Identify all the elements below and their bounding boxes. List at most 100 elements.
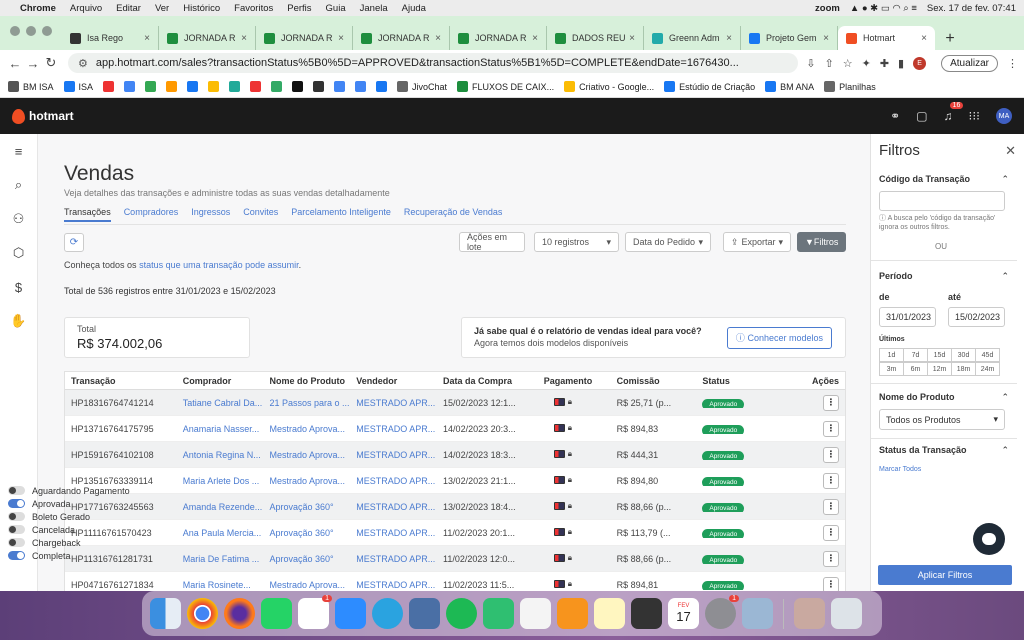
seller-name[interactable]: MESTRADO APR... xyxy=(350,450,437,460)
back-icon[interactable]: ← xyxy=(6,56,24,71)
tab-compradores[interactable]: Compradores xyxy=(124,207,179,222)
buyer-name[interactable]: Ana Paula Mercia... xyxy=(177,528,264,538)
menu-dots-icon[interactable]: ⋮ xyxy=(1007,57,1018,70)
seller-name[interactable]: MESTRADO APR... xyxy=(350,398,437,408)
period-chip[interactable]: 12m xyxy=(927,362,952,376)
bookmark-item[interactable] xyxy=(334,81,346,92)
menu-perfis[interactable]: Perfis xyxy=(287,3,311,14)
reload-icon[interactable]: ↻ xyxy=(42,55,60,71)
menubar-clock[interactable]: Sex. 17 de fev. 07:41 xyxy=(927,3,1016,14)
know-models-button[interactable]: ⓘ Conhecer modelos xyxy=(726,327,832,349)
bookmark-item[interactable] xyxy=(124,81,136,92)
row-actions-button[interactable]: ⋮ xyxy=(823,524,839,541)
period-section-title[interactable]: Período ⌃ xyxy=(879,271,1009,282)
browser-tab[interactable]: Hotmart × xyxy=(838,26,935,50)
period-chip[interactable]: 30d xyxy=(951,348,976,362)
numbers-icon[interactable] xyxy=(483,598,514,629)
apply-filters-button[interactable]: Aplicar Filtros xyxy=(878,565,1012,585)
browser-tab[interactable]: JORNADA R × xyxy=(159,26,256,50)
tab-ingressos[interactable]: Ingressos xyxy=(191,207,230,222)
dollar-icon[interactable]: $ xyxy=(0,270,37,304)
bookmark-item[interactable] xyxy=(376,81,388,92)
chat-widget[interactable] xyxy=(973,523,1005,555)
bookmark-item[interactable] xyxy=(250,81,262,92)
spotify-icon[interactable] xyxy=(446,598,477,629)
product-name[interactable]: Mestrado Aprova... xyxy=(263,476,350,486)
bookmark-item[interactable]: Estúdio de Criação xyxy=(664,81,755,92)
bookmark-item[interactable]: Criativo - Google... xyxy=(564,81,654,92)
browser-tab[interactable]: JORNADA R × xyxy=(353,26,450,50)
seller-name[interactable]: MESTRADO APR... xyxy=(350,528,437,538)
buyer-name[interactable]: Antonia Regina N... xyxy=(177,450,264,460)
transaction-id[interactable]: HP18316764741214 xyxy=(65,398,177,408)
buyer-name[interactable]: Amanda Rezende... xyxy=(177,502,264,512)
seller-name[interactable]: MESTRADO APR... xyxy=(350,424,437,434)
status-info-link[interactable]: status que uma transação pode assumir xyxy=(139,260,299,270)
site-info-icon[interactable]: ⚙ xyxy=(78,57,88,70)
menu-ajuda[interactable]: Ajuda xyxy=(402,3,426,14)
table-row[interactable]: HP11316761281731 Maria De Fatima ... Aprov… xyxy=(65,546,845,572)
user-avatar[interactable]: MA xyxy=(996,108,1012,124)
start-date-input[interactable]: 31/01/2023 xyxy=(879,307,936,327)
hamburger-menu-icon[interactable]: ≡ xyxy=(0,134,37,168)
close-tab-icon[interactable]: × xyxy=(435,33,441,44)
period-chip[interactable]: 7d xyxy=(903,348,928,362)
bookmark-item[interactable] xyxy=(355,81,367,92)
bookmark-item[interactable] xyxy=(145,81,157,92)
bookmark-item[interactable] xyxy=(166,81,178,92)
people-icon[interactable]: ⚇ xyxy=(0,202,37,236)
export-button[interactable]: ⇪ Exportar ▾ xyxy=(723,232,791,252)
close-tab-icon[interactable]: × xyxy=(726,33,732,44)
period-chip[interactable]: 45d xyxy=(975,348,1000,362)
sidepanel-icon[interactable]: ▮ xyxy=(898,57,904,70)
row-actions-button[interactable]: ⋮ xyxy=(823,550,839,567)
install-icon[interactable]: ⇩ xyxy=(806,57,815,70)
forward-icon[interactable]: → xyxy=(24,56,42,71)
status-toggle[interactable] xyxy=(8,525,25,534)
buyer-name[interactable]: Tatiane Cabral Da... xyxy=(177,398,264,408)
bookmark-item[interactable] xyxy=(103,81,115,92)
finder-icon[interactable] xyxy=(150,598,181,629)
table-row[interactable]: HP13716764175795 Anamaria Nasser... Mestra… xyxy=(65,416,845,442)
filters-button[interactable]: ▼ Filtros xyxy=(797,232,846,252)
bookmark-item[interactable]: Planilhas xyxy=(824,81,876,92)
code-section-title[interactable]: Código da Transação ⌃ xyxy=(879,174,1009,185)
table-row[interactable]: HP13516763339114 Maria Arlete Dos ... Mest… xyxy=(65,468,845,494)
buyer-name[interactable]: Maria De Fatima ... xyxy=(177,554,264,564)
transaction-code-input[interactable] xyxy=(879,191,1005,211)
per-page-select[interactable]: 10 registros ▾ xyxy=(534,232,619,252)
transaction-id[interactable]: HP04716761271834 xyxy=(65,580,177,590)
preview-icon[interactable] xyxy=(742,598,773,629)
box-icon[interactable]: ⬡ xyxy=(0,236,37,270)
tab-convites[interactable]: Convites xyxy=(243,207,278,222)
mark-all-link[interactable]: Marcar Todos xyxy=(879,465,921,474)
status-section-title[interactable]: Status da Transação ⌃ xyxy=(879,445,1009,456)
status-toggle[interactable] xyxy=(8,538,25,547)
menu-favoritos[interactable]: Favoritos xyxy=(234,3,273,14)
close-tab-icon[interactable]: × xyxy=(921,33,927,44)
table-row[interactable]: HP11116761570423 Ana Paula Mercia... Aprov… xyxy=(65,520,845,546)
period-chip[interactable]: 3m xyxy=(879,362,904,376)
extension-icon[interactable]: ✦ xyxy=(862,57,871,70)
handshake-icon[interactable]: ✋ xyxy=(0,304,37,338)
textedit-icon[interactable] xyxy=(520,598,551,629)
transaction-id[interactable]: HP15916764102108 xyxy=(65,450,177,460)
seller-name[interactable]: MESTRADO APR... xyxy=(350,476,437,486)
tab-transacoes[interactable]: Transações xyxy=(64,207,111,222)
seller-name[interactable]: MESTRADO APR... xyxy=(350,580,437,590)
refresh-button[interactable]: ⟳ xyxy=(64,233,84,252)
tab-parcelamento[interactable]: Parcelamento Inteligente xyxy=(291,207,391,222)
close-icon[interactable]: ✕ xyxy=(1005,143,1016,159)
bookmark-item[interactable]: BM ANA xyxy=(765,81,814,92)
browser-tab[interactable]: Greenn Adm × xyxy=(644,26,741,50)
status-icons[interactable]: ▲ ● ✱ ▭ ◠ ⌕ ≡ xyxy=(850,3,917,14)
table-row[interactable]: HP04716761271834 Maria Rosinete... Mestrad… xyxy=(65,572,845,591)
search-icon[interactable]: ⌕ xyxy=(0,168,37,202)
share-icon[interactable]: ⇧ xyxy=(825,57,834,70)
close-tab-icon[interactable]: × xyxy=(823,33,829,44)
tab-recuperacao[interactable]: Recuperação de Vendas xyxy=(404,207,503,222)
product-name[interactable]: Aprovação 360° xyxy=(263,502,350,512)
zoom-status[interactable]: zoom xyxy=(815,3,840,14)
row-actions-button[interactable]: ⋮ xyxy=(823,394,839,411)
sort-select[interactable]: Data do Pedido ▾ xyxy=(625,232,711,252)
